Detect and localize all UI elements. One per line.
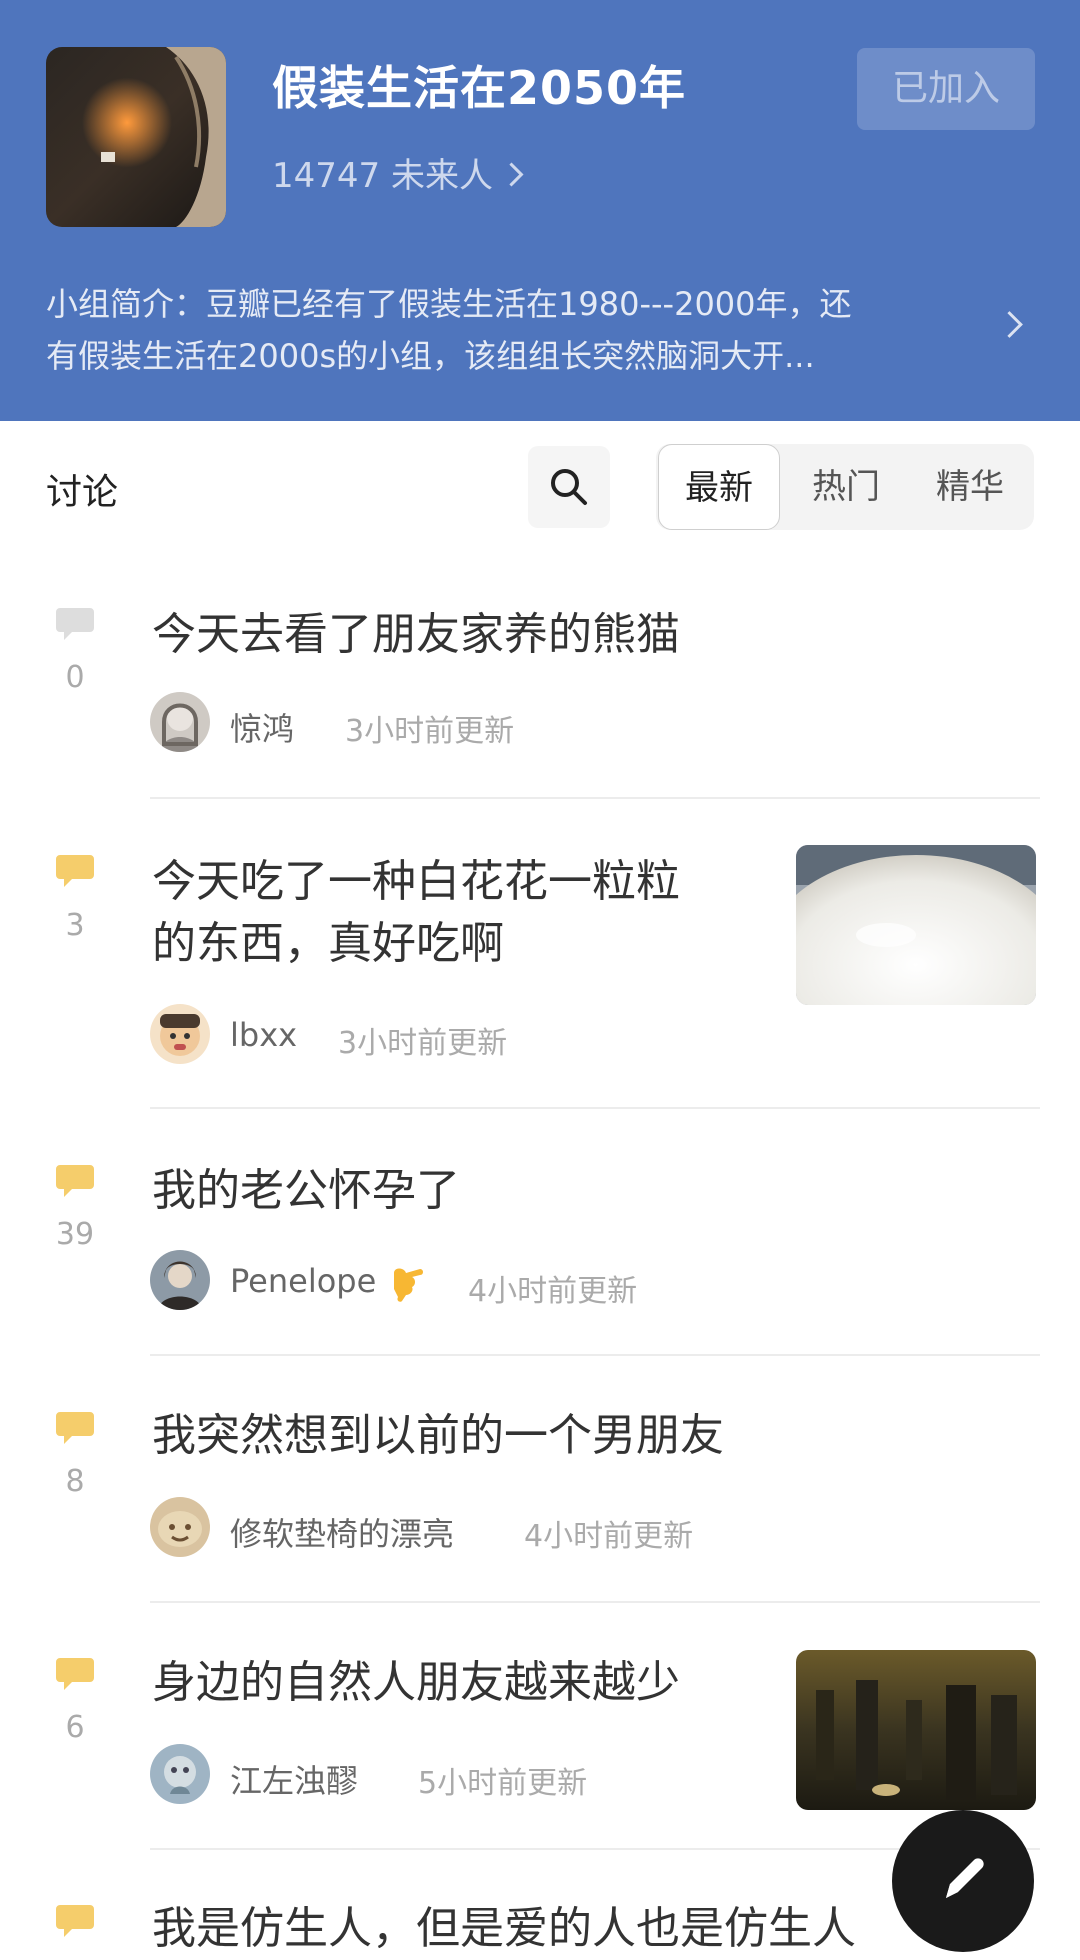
author-name[interactable]: Penelope xyxy=(230,1262,424,1303)
divider xyxy=(150,1354,1040,1356)
topic-title[interactable]: 我是仿生人，但是爱的人也是仿生人 xyxy=(152,1898,856,1960)
tab-latest[interactable]: 最新 xyxy=(658,444,780,530)
member-count-link[interactable]: 14747 未来人 xyxy=(272,148,524,197)
author-name[interactable]: 修软垫椅的漂亮 xyxy=(230,1509,454,1555)
comment-count: 3 xyxy=(65,908,85,943)
author-name[interactable]: 惊鸿 xyxy=(230,704,294,750)
topic-title[interactable]: 我的老公怀孕了 xyxy=(152,1160,460,1222)
comment-icon xyxy=(56,1412,94,1444)
joined-button[interactable]: 已加入 xyxy=(857,48,1035,130)
emoji-icon xyxy=(394,1268,424,1302)
topic-title[interactable]: 今天去看了朋友家养的熊猫 xyxy=(152,604,680,666)
avatar[interactable] xyxy=(150,1744,210,1804)
comment-icon xyxy=(56,1165,94,1197)
update-time: 3小时前更新 xyxy=(338,1026,508,1061)
avatar[interactable] xyxy=(150,1497,210,1557)
comment-icon xyxy=(56,1658,94,1690)
divider xyxy=(150,1107,1040,1109)
tab-hot[interactable]: 热门 xyxy=(786,444,906,530)
group-header: 假装生活在2050年 14747 未来人 已加入 小组简介：豆瓣已经有了假装生活… xyxy=(0,0,1080,421)
topic-thumbnail[interactable] xyxy=(796,845,1036,1005)
member-count: 14747 未来人 xyxy=(272,156,493,196)
pencil-icon xyxy=(946,1858,984,1898)
divider xyxy=(150,1601,1040,1603)
topic-title[interactable]: 身边的自然人朋友越来越少 xyxy=(152,1652,680,1714)
comment-count: 0 xyxy=(65,660,85,695)
tab-featured[interactable]: 精华 xyxy=(910,444,1030,530)
author-name-text: Penelope xyxy=(230,1262,377,1300)
topic-thumbnail[interactable] xyxy=(796,1650,1036,1810)
group-title: 假装生活在2050年 xyxy=(272,61,687,115)
chevron-right-icon[interactable] xyxy=(996,311,1023,338)
avatar[interactable] xyxy=(150,692,210,752)
author-name[interactable]: 江左浊醪 xyxy=(230,1756,358,1802)
comment-count: 8 xyxy=(65,1464,85,1499)
comment-count: 39 xyxy=(55,1217,95,1252)
intro-line-1: 小组简介：豆瓣已经有了假装生活在1980---2000年，还 xyxy=(46,285,852,323)
sort-tabs: 最新 热门 精华 xyxy=(656,444,1034,530)
avatar[interactable] xyxy=(150,1250,210,1310)
comment-icon xyxy=(56,1905,94,1937)
compose-button[interactable] xyxy=(892,1810,1034,1952)
discussion-label: 讨论 xyxy=(46,472,119,513)
update-time: 5小时前更新 xyxy=(418,1766,588,1801)
divider xyxy=(150,797,1040,799)
search-button[interactable] xyxy=(528,446,610,528)
comment-count: 6 xyxy=(65,1710,85,1745)
comment-icon xyxy=(56,608,94,640)
topic-title-line-2[interactable]: 的东西，真好吃啊 xyxy=(152,913,504,975)
search-icon xyxy=(551,469,587,505)
update-time: 4小时前更新 xyxy=(524,1519,694,1554)
topic-title[interactable]: 我突然想到以前的一个男朋友 xyxy=(152,1405,724,1467)
update-time: 3小时前更新 xyxy=(345,714,515,749)
group-intro[interactable]: 小组简介：豆瓣已经有了假装生活在1980---2000年，还 有假装生活在200… xyxy=(46,278,986,382)
avatar[interactable] xyxy=(150,1004,210,1064)
group-cover-image[interactable] xyxy=(46,47,226,227)
topic-title-line-1[interactable]: 今天吃了一种白花花一粒粒 xyxy=(152,851,680,913)
update-time: 4小时前更新 xyxy=(468,1274,638,1309)
intro-line-2: 有假装生活在2000s的小组，该组组长突然脑洞大开... xyxy=(46,337,815,375)
comment-icon xyxy=(56,855,94,887)
author-name[interactable]: lbxx xyxy=(230,1016,297,1054)
chevron-right-icon xyxy=(499,162,524,187)
